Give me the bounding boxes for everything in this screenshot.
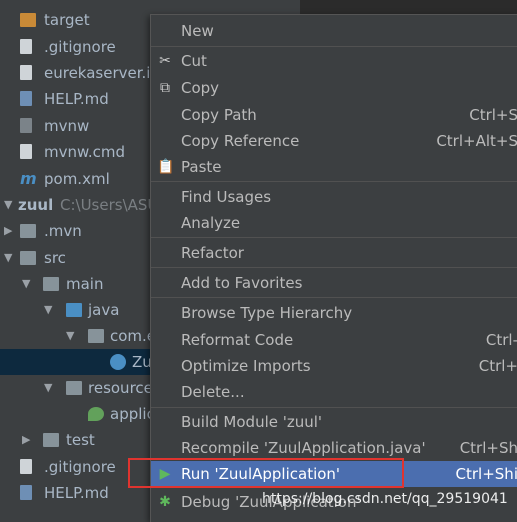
menu-separator: [151, 181, 517, 182]
folder-icon: [43, 277, 59, 291]
menu-item-paste[interactable]: 📋 Paste: [151, 154, 517, 180]
chevron-down-icon[interactable]: ▼: [4, 245, 12, 271]
markdown-file-icon: [20, 485, 32, 500]
menu-item-reformat-code[interactable]: Reformat Code Ctrl-: [151, 327, 517, 353]
source-folder-icon: [66, 303, 82, 317]
iml-file-icon: [20, 65, 32, 80]
copy-icon: ⧉: [160, 80, 170, 96]
chevron-down-icon[interactable]: ▼: [44, 297, 52, 323]
menu-item-copy-reference[interactable]: Copy Reference Ctrl+Alt+S: [151, 128, 517, 154]
chevron-down-icon[interactable]: ▼: [22, 271, 30, 297]
package-icon: [88, 329, 104, 343]
context-menu: New ✂ Cut ⧉ Copy Copy Path Ctrl+S Copy R…: [150, 14, 517, 522]
menu-item-browse-type-hierarchy[interactable]: Browse Type Hierarchy: [151, 300, 517, 326]
highlight-annotation-box: [128, 458, 404, 488]
menu-item-copy[interactable]: ⧉ Copy: [151, 75, 517, 101]
gitignore-file-icon: [20, 39, 32, 54]
menu-item-add-to-favorites[interactable]: Add to Favorites: [151, 270, 517, 296]
folder-icon: [20, 251, 36, 265]
gitignore-file-icon: [20, 459, 32, 474]
menu-item-analyze[interactable]: Analyze: [151, 210, 517, 236]
folder-orange-icon: [20, 13, 36, 27]
menu-separator: [151, 297, 517, 298]
debug-icon: ✱: [159, 494, 171, 510]
scissors-icon: ✂: [159, 53, 171, 69]
menu-item-copy-path[interactable]: Copy Path Ctrl+S: [151, 102, 517, 128]
menu-item-build-module[interactable]: Build Module 'zuul': [151, 409, 517, 435]
chevron-right-icon[interactable]: ▶: [22, 427, 30, 453]
chevron-down-icon[interactable]: ▼: [4, 192, 12, 218]
chevron-down-icon[interactable]: ▼: [66, 323, 74, 349]
chevron-down-icon[interactable]: ▼: [44, 375, 52, 401]
menu-item-refactor[interactable]: Refactor: [151, 240, 517, 266]
menu-item-find-usages[interactable]: Find Usages: [151, 184, 517, 210]
script-file-icon: [20, 118, 32, 133]
menu-separator: [151, 237, 517, 238]
menu-item-optimize-imports[interactable]: Optimize Imports Ctrl+: [151, 353, 517, 379]
spring-config-icon: [88, 407, 104, 421]
menu-item-new[interactable]: New: [151, 18, 517, 44]
clipboard-icon: 📋: [157, 159, 175, 175]
menu-separator: [151, 407, 517, 408]
menu-separator: [151, 46, 517, 47]
menu-separator: [151, 267, 517, 268]
resources-folder-icon: [66, 381, 82, 395]
folder-icon: [20, 224, 36, 238]
menu-item-cut[interactable]: ✂ Cut: [151, 48, 517, 74]
maven-file-icon: m: [20, 169, 37, 188]
markdown-file-icon: [20, 91, 32, 106]
chevron-right-icon[interactable]: ▶: [4, 218, 12, 244]
watermark-text: https://blog.csdn.net/qq_29519041: [262, 491, 508, 507]
menu-item-delete[interactable]: Delete...: [151, 379, 517, 405]
text-file-icon: [20, 144, 32, 159]
folder-icon: [43, 433, 59, 447]
spring-class-icon: [110, 354, 126, 370]
